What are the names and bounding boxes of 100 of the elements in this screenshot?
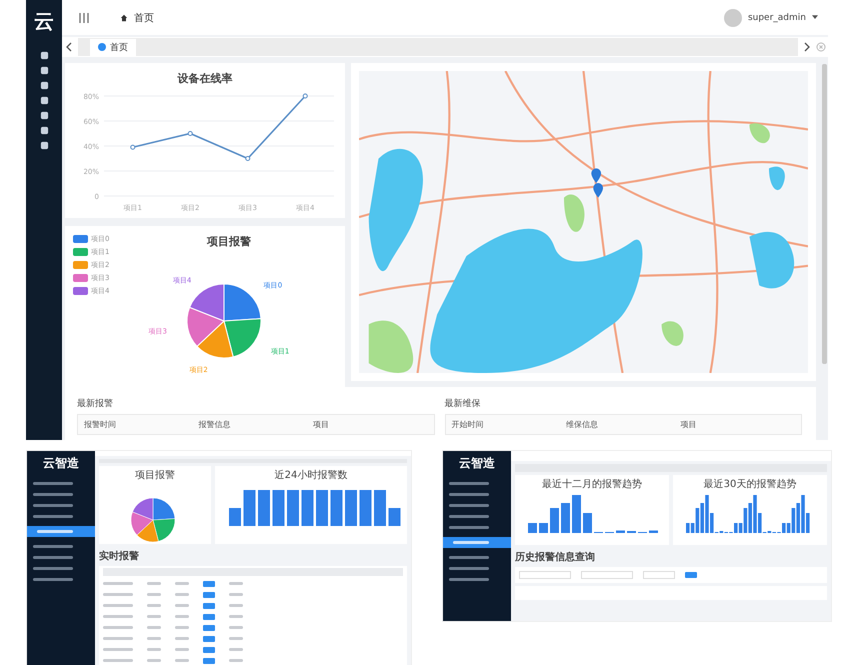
chart-title: 最近十二月的报警趋势 xyxy=(542,478,642,491)
blurred-cell xyxy=(147,659,161,662)
blurred-cell xyxy=(175,615,189,618)
blurred-cell xyxy=(103,604,133,607)
blurred-menu-item[interactable] xyxy=(449,482,489,485)
bar xyxy=(388,508,400,526)
action-button[interactable] xyxy=(203,580,215,586)
search-button[interactable] xyxy=(685,572,697,578)
chart-title: 设备在线率 xyxy=(178,71,232,86)
bar xyxy=(374,490,386,526)
bar xyxy=(360,490,372,526)
scrollbar[interactable] xyxy=(822,64,827,364)
blurred-cell xyxy=(229,582,243,585)
blurred-input-field[interactable] xyxy=(643,571,675,579)
blurred-menu-item[interactable] xyxy=(449,515,489,518)
blurred-cell xyxy=(229,615,243,618)
blurred-cell xyxy=(103,637,133,640)
section-title: 历史报警信息查询 xyxy=(515,550,595,564)
column-header: 报警信息 xyxy=(198,419,232,430)
app-logo: 云智造 xyxy=(459,455,495,472)
blurred-cell xyxy=(175,648,189,651)
action-button[interactable] xyxy=(203,592,215,598)
bar xyxy=(561,503,570,533)
pie-slice xyxy=(189,284,224,322)
action-button[interactable] xyxy=(203,614,215,620)
blurred-cell xyxy=(147,604,161,607)
selected-menu-item[interactable] xyxy=(27,526,95,537)
blurred-cell xyxy=(229,626,243,629)
blurred-input-field[interactable] xyxy=(519,571,571,579)
blurred-menu-item[interactable] xyxy=(449,567,489,570)
blurred-cell xyxy=(229,593,243,596)
point xyxy=(130,144,136,150)
action-button[interactable] xyxy=(203,658,215,664)
blurred-cell xyxy=(147,615,161,618)
blurred-menu-item[interactable] xyxy=(33,515,73,518)
blurred-cell xyxy=(175,626,189,629)
blurred-cell xyxy=(103,593,133,596)
action-button[interactable] xyxy=(203,636,215,642)
blurred-menu-item[interactable] xyxy=(449,578,489,581)
blurred-menu-item[interactable] xyxy=(33,545,73,548)
column-header: 开始时间 xyxy=(452,419,484,430)
section-title: 实时报警 xyxy=(99,549,139,563)
page-tab[interactable]: 首页 xyxy=(90,38,136,56)
blurred-menu-item[interactable] xyxy=(449,556,489,559)
blurred-cell xyxy=(229,637,243,640)
bar xyxy=(229,508,241,526)
bar xyxy=(528,523,537,533)
blurred-cell xyxy=(175,604,189,607)
blurred-cell xyxy=(147,626,161,629)
app-logo: 云 xyxy=(34,8,54,35)
action-button[interactable] xyxy=(203,646,215,652)
bar xyxy=(583,513,592,533)
blurred-menu-item[interactable] xyxy=(33,504,73,507)
blurred-menu-item[interactable] xyxy=(33,556,73,559)
home-icon xyxy=(120,14,128,22)
app-logo: 云智造 xyxy=(43,455,79,472)
scroll-right-icon[interactable] xyxy=(804,42,810,52)
table-title: 最新维保 xyxy=(444,398,482,410)
point xyxy=(245,156,250,161)
breadcrumb[interactable]: 首页 xyxy=(134,10,154,24)
blurred-menu-item[interactable] xyxy=(449,504,489,507)
bar xyxy=(330,490,342,526)
menu-icon[interactable] xyxy=(78,12,90,24)
table-title: 最新报警 xyxy=(77,398,114,410)
blurred-menu-item[interactable] xyxy=(33,578,73,581)
chart-title: 项目报警 xyxy=(207,234,251,249)
chart-title: 项目报警 xyxy=(135,468,175,482)
bar xyxy=(287,490,299,526)
blurred-input-field[interactable] xyxy=(581,571,633,579)
point xyxy=(302,94,308,98)
blurred-cell xyxy=(147,582,161,585)
pie-slice xyxy=(152,498,176,520)
username[interactable]: super_admin xyxy=(748,12,806,22)
pie-slice xyxy=(186,306,224,347)
bar xyxy=(244,490,256,526)
blurred-menu-item[interactable] xyxy=(33,482,73,485)
bar xyxy=(539,523,548,533)
bar xyxy=(572,495,581,533)
blurred-menu-item[interactable] xyxy=(449,493,489,496)
bar xyxy=(550,508,559,533)
blurred-cell xyxy=(175,637,189,640)
bar xyxy=(345,490,357,526)
close-icon[interactable] xyxy=(816,42,826,52)
blurred-cell xyxy=(229,659,243,662)
blurred-cell xyxy=(175,593,189,596)
column-header: 项目 xyxy=(680,419,698,430)
blurred-cell xyxy=(103,615,133,618)
blurred-cell xyxy=(175,659,189,662)
blurred-menu-item[interactable] xyxy=(449,526,489,529)
column-header: 报警时间 xyxy=(84,419,117,430)
selected-menu-item[interactable] xyxy=(443,537,511,548)
action-button[interactable] xyxy=(203,602,215,608)
blurred-menu-item[interactable] xyxy=(33,567,73,570)
chart-title: 最近30天的报警趋势 xyxy=(704,478,796,491)
bar xyxy=(258,490,270,526)
action-button[interactable] xyxy=(203,624,215,630)
scroll-left-icon[interactable] xyxy=(66,42,72,52)
blurred-menu-item[interactable] xyxy=(33,493,73,496)
column-header: 项目 xyxy=(313,419,330,430)
bar xyxy=(616,530,625,533)
